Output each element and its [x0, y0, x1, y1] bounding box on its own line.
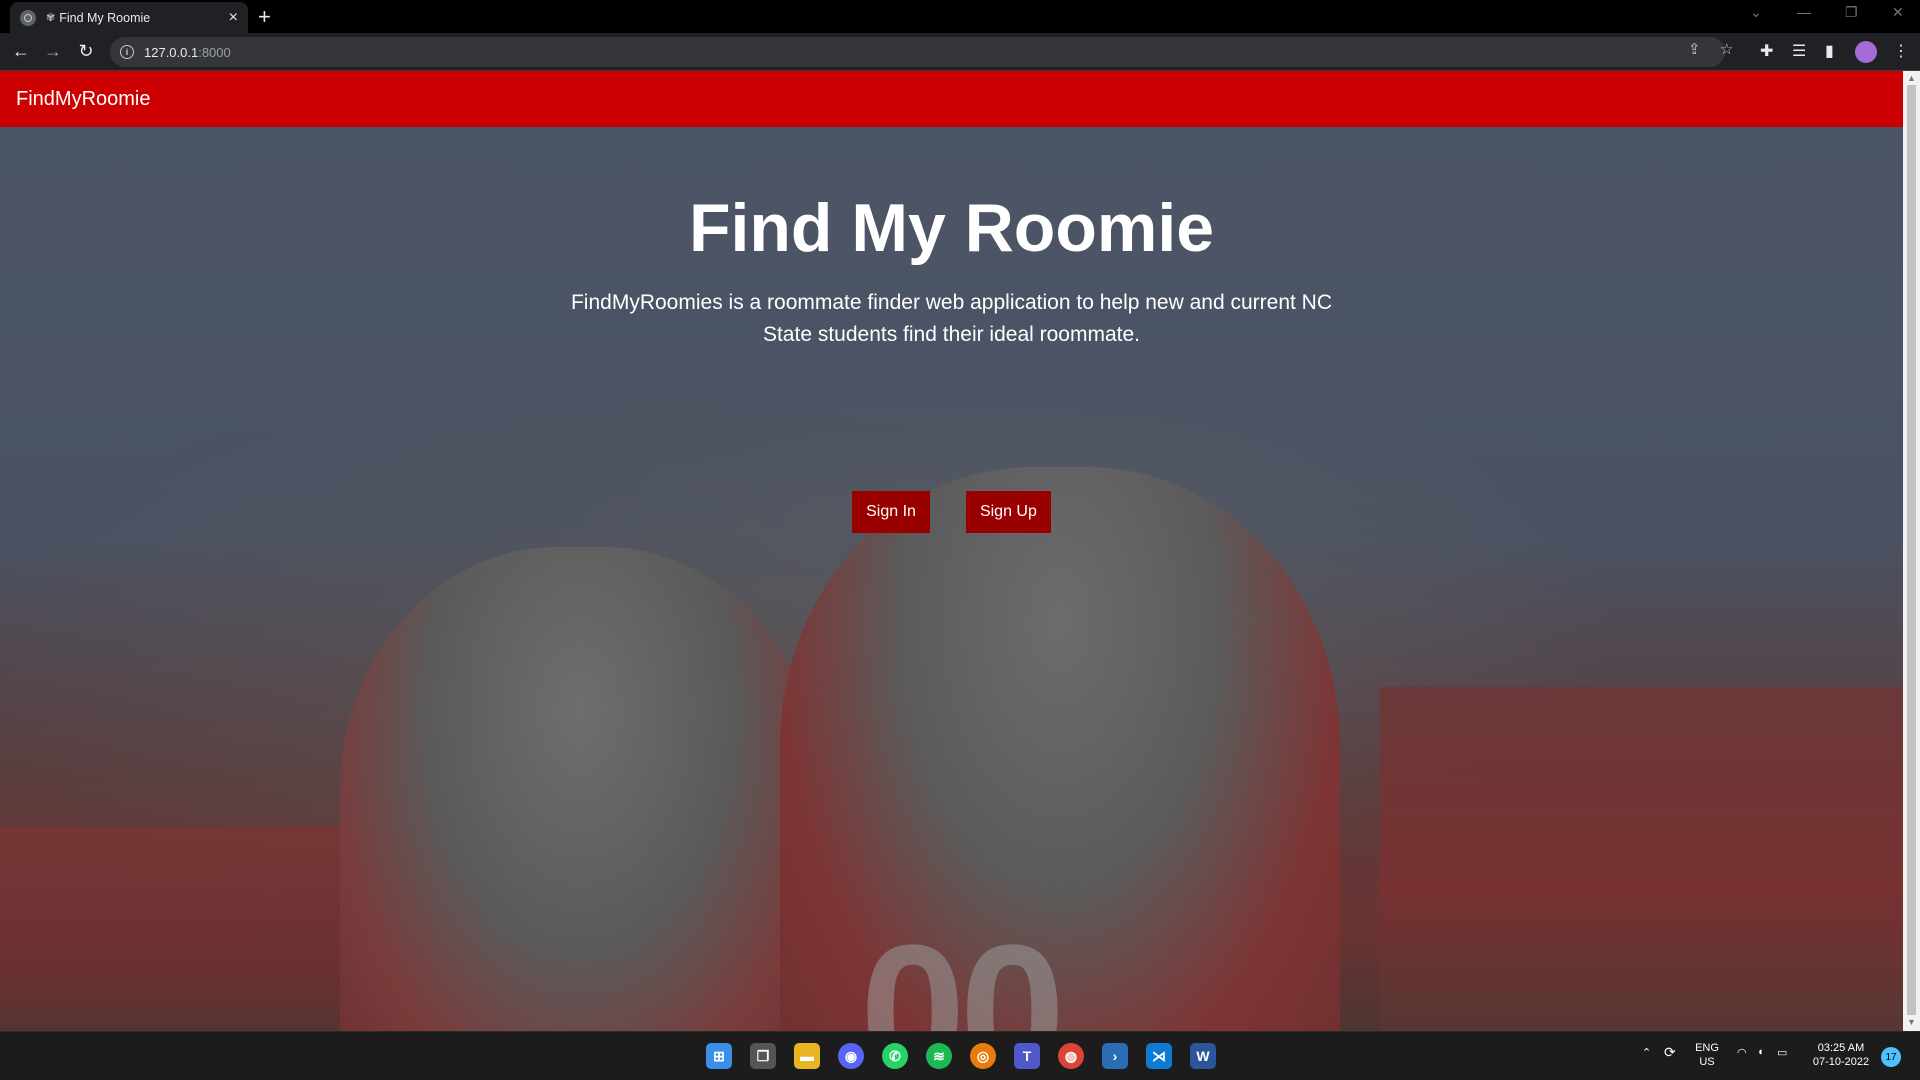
browser-tab-strip: ✾ Find My Roomie × + ⌄ — ❐ ✕	[0, 0, 1920, 33]
scrollbar-thumb[interactable]	[1907, 85, 1916, 1015]
teams-icon[interactable]: T	[1014, 1043, 1040, 1069]
brand-link[interactable]: FindMyRoomie	[16, 88, 150, 111]
volume-icon[interactable]: ◖	[1757, 1046, 1764, 1058]
task-view-icon[interactable]: ❐	[750, 1043, 776, 1069]
browser-toolbar: ← → ↻ i 127.0.0.1:8000 ⇪ ☆ ✚ ☰ ▮ ⋮	[0, 33, 1920, 71]
language-label: ENG	[1695, 1042, 1719, 1054]
battery-icon[interactable]: ▭	[1777, 1046, 1787, 1059]
wolf-favicon-icon: ✾	[46, 12, 56, 24]
jersey-number: 00	[860, 906, 1065, 1031]
forward-icon[interactable]: →	[42, 41, 64, 62]
wifi-icon[interactable]: ◠	[1737, 1046, 1747, 1059]
clock-time: 03:25 AM	[1817, 1042, 1865, 1054]
site-info-icon[interactable]: i	[120, 45, 134, 59]
sync-icon[interactable]: ⟳	[1664, 1044, 1676, 1061]
stadium-crowd-right	[1380, 687, 1903, 1031]
file-explorer-icon[interactable]: ▬	[794, 1043, 820, 1069]
close-tab-icon[interactable]: ×	[229, 9, 238, 27]
menu-kebab-icon[interactable]: ⋮	[1893, 41, 1909, 61]
spotify-icon[interactable]: ≋	[926, 1043, 952, 1069]
extensions-icon[interactable]: ✚	[1760, 41, 1773, 61]
chrome-icon[interactable]: ◍	[1058, 1043, 1084, 1069]
discord-icon[interactable]: ◉	[838, 1043, 864, 1069]
hero-title: Find My Roomie	[688, 190, 1215, 266]
reload-icon[interactable]: ↻	[75, 41, 97, 62]
windows-start-icon[interactable]: ⊞	[706, 1043, 732, 1069]
windows-taskbar: ⊞ ❐ ▬ ◉ ✆ ≋ ◎ T ◍ › ⋊ W ⌃ ⟳ ENG US ◠ ◖ ▭…	[0, 1031, 1920, 1080]
hero-section: Find My Roomie FindMyRoomies is a roomma…	[0, 127, 1903, 351]
tab-search-icon[interactable]: ⌄	[1750, 4, 1762, 21]
browser-tab[interactable]: ✾ Find My Roomie ×	[10, 2, 248, 33]
url-host: 127.0.0.1	[144, 44, 199, 60]
auth-buttons: Sign In Sign Up	[0, 491, 1903, 533]
url-port: :8000	[198, 44, 231, 60]
blender-icon[interactable]: ◎	[970, 1043, 996, 1069]
page-scrollbar[interactable]: ▲ ▼	[1903, 71, 1920, 1031]
back-icon[interactable]: ←	[10, 41, 32, 62]
clock[interactable]: 03:25 AM 07-10-2022	[1808, 1041, 1874, 1069]
tray-overflow-icon[interactable]: ⌃	[1642, 1046, 1651, 1059]
mascot-left	[340, 547, 820, 1031]
sign-in-button[interactable]: Sign In	[852, 491, 930, 533]
address-bar[interactable]: i 127.0.0.1:8000	[110, 37, 1725, 67]
notification-badge[interactable]: 17	[1881, 1047, 1901, 1067]
clock-date: 07-10-2022	[1812, 1056, 1870, 1068]
vscode-icon[interactable]: ⋊	[1146, 1043, 1172, 1069]
sign-up-button[interactable]: Sign Up	[965, 491, 1051, 533]
powershell-icon[interactable]: ›	[1102, 1043, 1128, 1069]
bookmark-star-icon[interactable]: ☆	[1720, 40, 1733, 58]
restore-icon[interactable]: ❐	[1845, 4, 1858, 21]
side-panel-icon[interactable]: ▮	[1825, 41, 1834, 61]
scroll-up-icon[interactable]: ▲	[1907, 73, 1916, 83]
site-navbar: FindMyRoomie	[0, 71, 1903, 127]
word-icon[interactable]: W	[1190, 1043, 1216, 1069]
profile-avatar[interactable]	[1855, 41, 1877, 63]
page-viewport: 00 FindMyRoomie Find My Roomie FindMyRoo…	[0, 71, 1920, 1031]
hero-description: FindMyRoomies is a roommate finder web a…	[570, 291, 1333, 346]
language-indicator[interactable]: ENG US	[1692, 1041, 1722, 1069]
globe-icon	[20, 9, 36, 26]
scroll-down-icon[interactable]: ▼	[1907, 1017, 1916, 1027]
minimize-icon[interactable]: —	[1797, 4, 1811, 20]
region-label: US	[1699, 1056, 1715, 1068]
share-icon[interactable]: ⇪	[1688, 40, 1701, 58]
new-tab-button[interactable]: +	[258, 4, 271, 30]
whatsapp-icon[interactable]: ✆	[882, 1043, 908, 1069]
reading-list-icon[interactable]: ☰	[1792, 41, 1806, 61]
close-window-icon[interactable]: ✕	[1892, 4, 1904, 21]
tab-title: Find My Roomie	[59, 10, 151, 25]
